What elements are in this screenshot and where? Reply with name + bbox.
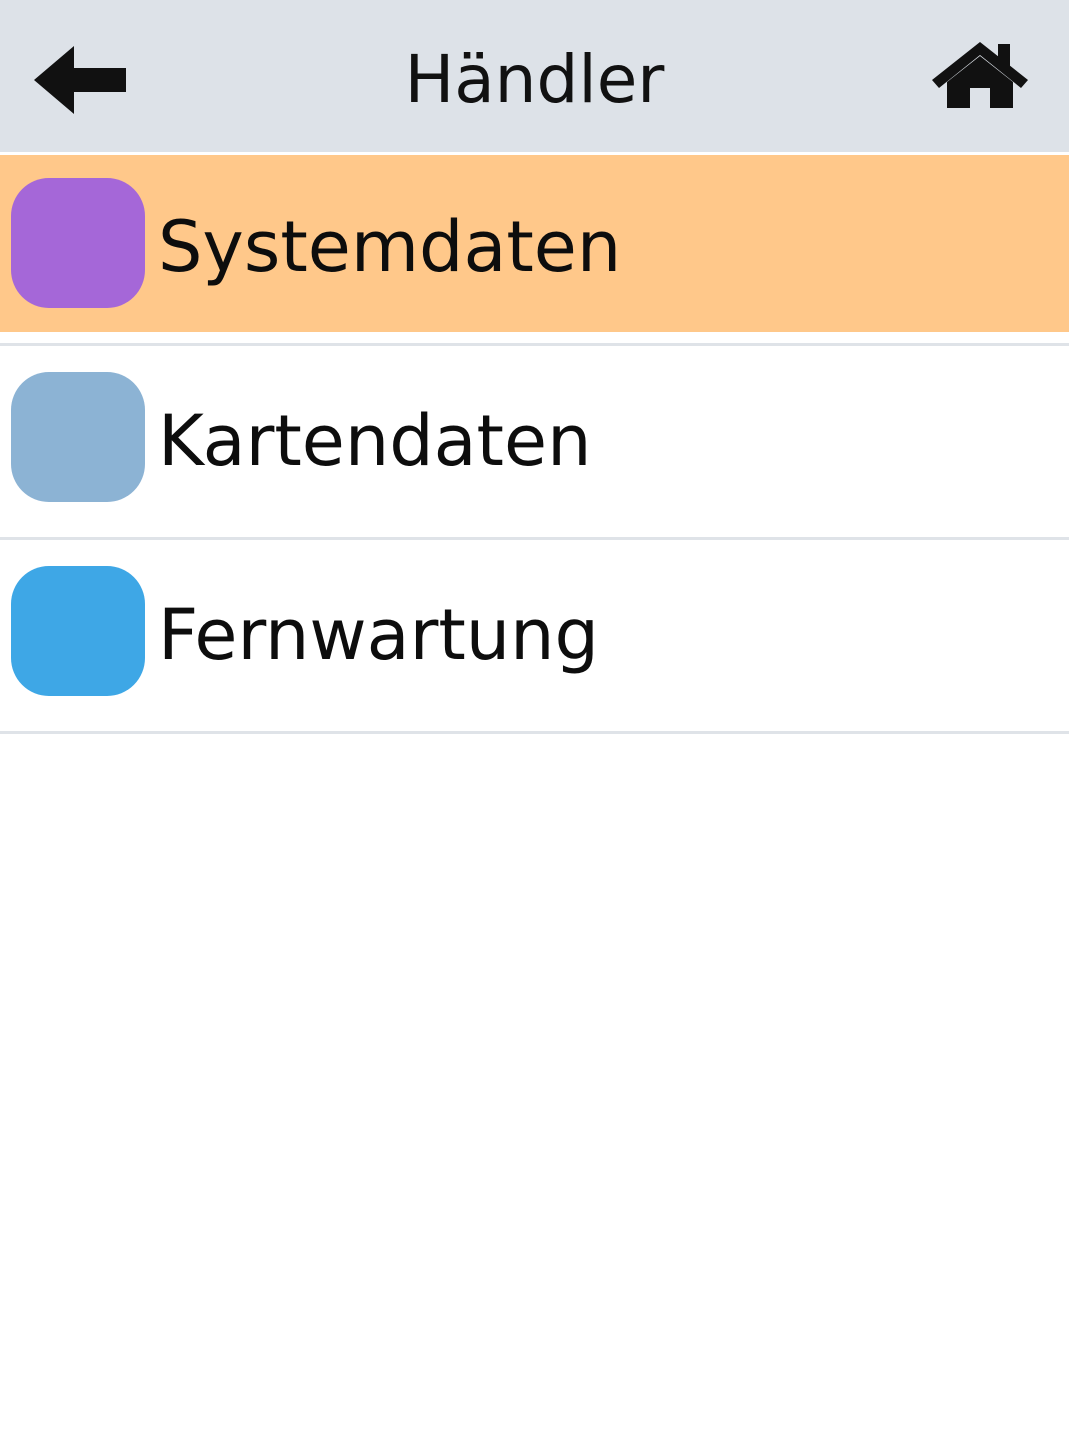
home-button[interactable] [928,38,1032,110]
menu-item-fernwartung[interactable]: Fernwartung [0,540,1069,734]
systemdaten-color-icon [11,178,145,308]
menu-item-label: Kartendaten [158,400,592,482]
menu-item-systemdaten[interactable]: Systemdaten [0,152,1069,346]
header-bar: Händler [0,0,1069,152]
page-title: Händler [404,41,665,118]
back-button[interactable] [28,40,132,120]
fernwartung-color-icon [11,566,145,696]
kartendaten-color-icon [11,372,145,502]
home-icon [932,42,1028,108]
menu-list: Systemdaten Kartendaten Fernwartung [0,152,1069,734]
menu-item-label: Systemdaten [158,206,622,288]
menu-item-kartendaten[interactable]: Kartendaten [0,346,1069,540]
arrow-left-icon [34,46,126,114]
menu-item-label: Fernwartung [158,594,599,676]
app-screen: Händler Systemdaten Kartendaten Fernwart… [0,0,1069,1440]
